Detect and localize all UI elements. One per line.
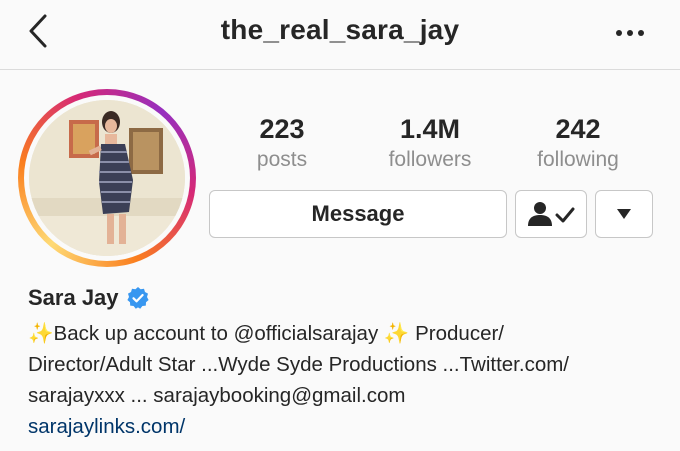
following-count: 242 [555, 114, 601, 144]
more-options-button[interactable] [610, 18, 650, 48]
header-bar: the_real_sara_jay [0, 0, 680, 70]
avatar[interactable] [29, 100, 185, 256]
story-ring[interactable] [18, 89, 196, 267]
followers-count: 1.4M [399, 114, 461, 144]
more-dots-icon-dot [627, 30, 633, 36]
more-dots-icon [616, 30, 622, 36]
person-check-icon [528, 202, 575, 226]
profile-website-link[interactable]: sarajaylinks.com/ [28, 411, 185, 442]
posts-label: posts [256, 148, 308, 171]
bio-line: Director/Adult Star ...Wyde Syde Product… [28, 353, 569, 376]
profile-name: Sara Jay [28, 285, 119, 310]
profile-name-row: Sara Jay [28, 283, 150, 313]
profile-bio: ✨Back up account to @officialsarajay ✨ P… [28, 318, 658, 411]
caret-down-icon [617, 209, 631, 219]
profile-page: the_real_sara_jay 223 posts 1.4M followe… [0, 0, 680, 451]
message-button[interactable]: Message [209, 190, 507, 238]
following-label: following [537, 148, 619, 171]
page-title: the_real_sara_jay [220, 14, 460, 45]
bio-line: ✨Back up account to @officialsarajay ✨ P… [28, 322, 505, 345]
verified-badge-icon [126, 287, 149, 309]
avatar-image [29, 100, 185, 256]
stat-posts[interactable]: 223 posts [212, 114, 352, 174]
followers-label: followers [388, 148, 472, 171]
stat-following[interactable]: 242 following [508, 114, 648, 174]
avatar-frame [24, 95, 190, 261]
bio-line: sarajayxxx ... sarajaybooking@gmail.com [28, 384, 406, 407]
stat-followers[interactable]: 1.4M followers [360, 114, 500, 174]
posts-count: 223 [259, 114, 305, 144]
suggestions-dropdown-button[interactable] [595, 190, 653, 238]
following-button[interactable] [515, 190, 587, 238]
more-dots-icon-dot [638, 30, 644, 36]
